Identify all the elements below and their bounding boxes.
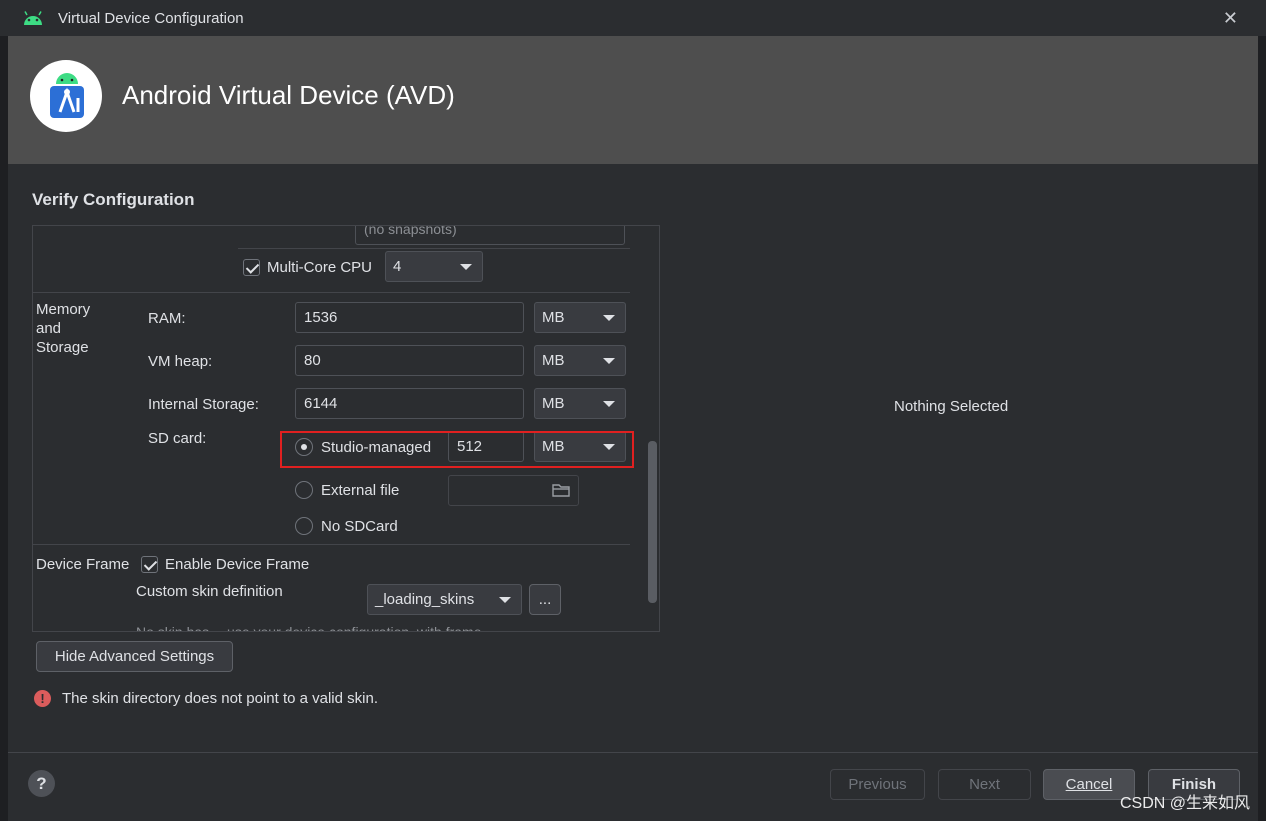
window-titlebar: Virtual Device Configuration ✕ bbox=[0, 0, 1266, 36]
vm-heap-unit-select[interactable]: MB bbox=[534, 345, 626, 376]
divider bbox=[33, 292, 630, 293]
chevron-down-icon bbox=[460, 264, 472, 270]
cpu-count-value: 4 bbox=[393, 258, 402, 275]
ram-label: RAM: bbox=[148, 310, 186, 327]
internal-storage-input[interactable]: 6144 bbox=[295, 388, 524, 419]
external-file-input[interactable] bbox=[448, 475, 579, 506]
vm-heap-input[interactable]: 80 bbox=[295, 345, 524, 376]
panel-scrollbar[interactable] bbox=[648, 441, 657, 603]
background-ide-left bbox=[0, 36, 8, 821]
ram-value: 1536 bbox=[304, 309, 338, 326]
skin-value: _loading_skins bbox=[375, 591, 475, 608]
window-title: Virtual Device Configuration bbox=[58, 9, 244, 27]
chevron-down-icon bbox=[499, 597, 511, 603]
chevron-down-icon bbox=[603, 401, 615, 407]
skin-hint-text: No skin has… use your device configurati… bbox=[136, 624, 482, 632]
snapshot-value: (no snapshots) bbox=[364, 225, 457, 237]
ram-input[interactable]: 1536 bbox=[295, 302, 524, 333]
memory-group-label: Memory bbox=[36, 301, 91, 318]
next-button[interactable]: Next bbox=[938, 769, 1031, 800]
browse-skin-button[interactable]: ... bbox=[529, 584, 561, 615]
vm-heap-unit: MB bbox=[542, 352, 565, 369]
chevron-down-icon bbox=[603, 315, 615, 321]
vm-heap-label: VM heap: bbox=[148, 353, 213, 370]
nothing-selected-label: Nothing Selected bbox=[894, 398, 1009, 415]
custom-skin-label: Custom skin definition bbox=[136, 583, 283, 600]
enable-device-frame-checkbox[interactable] bbox=[141, 556, 158, 573]
close-icon[interactable]: ✕ bbox=[1223, 8, 1238, 29]
external-file-radio[interactable] bbox=[295, 481, 313, 499]
section-title: Verify Configuration bbox=[32, 190, 195, 209]
cpu-count-select[interactable]: 4 bbox=[385, 251, 483, 282]
vm-heap-value: 80 bbox=[304, 352, 321, 369]
external-file-label: External file bbox=[321, 482, 400, 499]
no-sdcard-label: No SDCard bbox=[321, 518, 398, 535]
watermark-text: CSDN @生来如风 bbox=[1119, 795, 1250, 812]
skin-select[interactable]: _loading_skins bbox=[367, 584, 522, 615]
internal-storage-value: 6144 bbox=[304, 395, 338, 412]
chevron-down-icon bbox=[603, 358, 615, 364]
annotation-highlight-box bbox=[280, 431, 634, 468]
footer-divider bbox=[8, 752, 1258, 753]
sdcard-label: SD card: bbox=[148, 430, 207, 447]
ram-unit: MB bbox=[542, 309, 565, 326]
multicore-checkbox[interactable] bbox=[243, 259, 260, 276]
error-message: The skin directory does not point to a v… bbox=[62, 690, 378, 707]
error-icon: ! bbox=[34, 690, 51, 707]
internal-storage-label: Internal Storage: bbox=[148, 396, 259, 413]
ram-unit-select[interactable]: MB bbox=[534, 302, 626, 333]
hide-advanced-settings-button[interactable]: Hide Advanced Settings bbox=[36, 641, 233, 672]
internal-storage-unit-select[interactable]: MB bbox=[534, 388, 626, 419]
internal-storage-unit: MB bbox=[542, 395, 565, 412]
divider bbox=[33, 544, 630, 545]
dialog-header: Android Virtual Device (AVD) bbox=[8, 36, 1258, 164]
avd-dialog: Android Virtual Device (AVD) Verify Conf… bbox=[8, 36, 1258, 821]
enable-device-frame-label: Enable Device Frame bbox=[165, 556, 310, 573]
multicore-label: Multi-Core CPU bbox=[267, 259, 373, 276]
divider bbox=[238, 248, 630, 249]
folder-icon[interactable] bbox=[552, 483, 570, 497]
memory-group-label: Storage bbox=[36, 339, 89, 356]
help-icon[interactable]: ? bbox=[28, 770, 55, 797]
no-sdcard-radio[interactable] bbox=[295, 517, 313, 535]
memory-group-label: and bbox=[36, 320, 62, 337]
page-title: Android Virtual Device (AVD) bbox=[122, 80, 455, 110]
android-logo-icon bbox=[24, 11, 42, 25]
device-frame-label: Device Frame bbox=[36, 556, 130, 573]
background-ide-right bbox=[1258, 36, 1266, 821]
android-studio-logo-icon bbox=[30, 60, 102, 132]
advanced-settings-panel[interactable]: (no snapshots) Multi-Core CPU 4 Memory a… bbox=[32, 225, 660, 632]
previous-button[interactable]: Previous bbox=[830, 769, 925, 800]
snapshot-field[interactable]: (no snapshots) bbox=[355, 225, 625, 245]
